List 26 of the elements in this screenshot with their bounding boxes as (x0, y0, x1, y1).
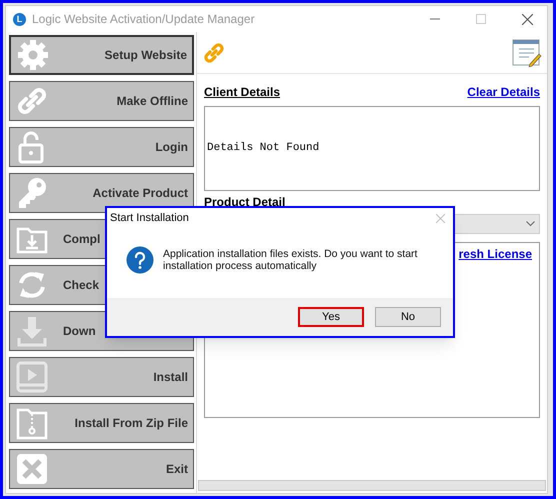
play-screen-icon (15, 360, 49, 394)
cross-box-icon (15, 452, 49, 486)
window-title: Logic Website Activation/Update Manager (32, 11, 255, 28)
close-icon[interactable] (522, 14, 533, 24)
dialog-button[interactable]: Yes (298, 307, 364, 327)
sidebar-button[interactable]: Login (9, 127, 194, 167)
dialog-button[interactable]: No (375, 307, 441, 327)
clear-details-link[interactable]: Clear Details (467, 83, 540, 101)
sidebar-button[interactable]: Setup Website (9, 35, 194, 75)
app-logo: L (13, 12, 26, 26)
gear-icon (16, 38, 50, 72)
sidebar-button[interactable]: Install From Zip File (9, 403, 194, 443)
question-icon (126, 246, 154, 274)
zip-folder-icon (15, 406, 49, 440)
chevron-down-icon (526, 221, 535, 227)
section-heading: Product Detail (204, 195, 286, 209)
link-icon (202, 40, 226, 64)
sidebar-button[interactable]: Exit (9, 449, 194, 489)
sidebar-button[interactable]: Make Offline (9, 81, 194, 121)
section-heading: Client Details (204, 84, 280, 101)
notepad-icon[interactable] (512, 38, 542, 66)
sidebar-button[interactable]: Activate Product (9, 173, 194, 213)
sidebar-button[interactable]: Install (9, 357, 194, 397)
download-icon (15, 314, 49, 348)
refresh-license-link[interactable]: resh License (458, 245, 532, 263)
client-details-text: Details Not Found (207, 141, 320, 156)
